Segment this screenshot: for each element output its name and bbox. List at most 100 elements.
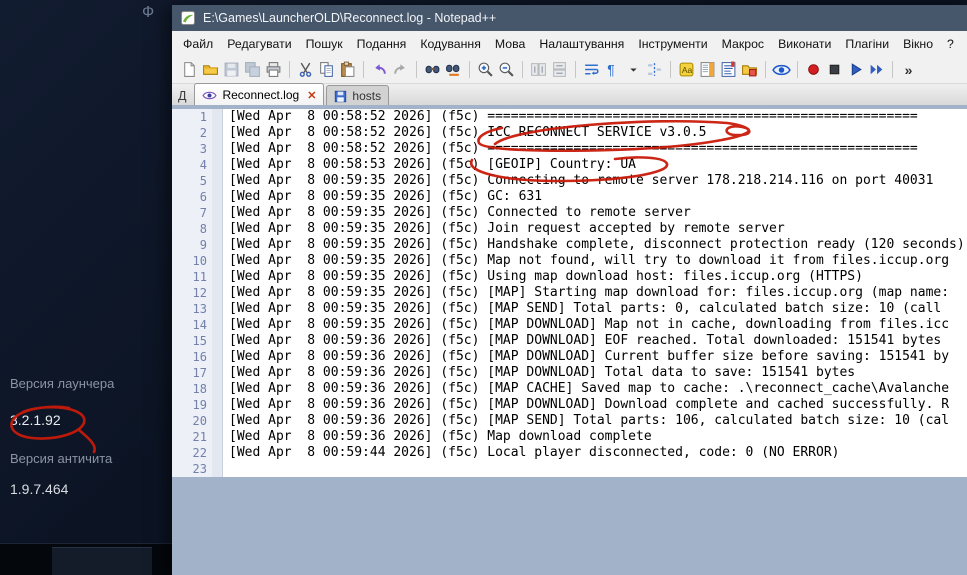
fold-margin <box>212 381 223 397</box>
menu-item-window[interactable]: Вікно <box>896 34 940 54</box>
fold-margin <box>212 317 223 333</box>
undo-icon[interactable] <box>370 60 389 79</box>
open-folder-icon[interactable] <box>201 60 220 79</box>
line-number: 10 <box>172 253 212 269</box>
macro-stop-icon[interactable] <box>825 60 844 79</box>
zoom-in-icon[interactable] <box>476 60 495 79</box>
menu-item-view[interactable]: Подання <box>350 34 414 54</box>
fold-margin <box>212 397 223 413</box>
log-line-text[interactable] <box>223 461 967 477</box>
log-line-text[interactable]: [Wed Apr 8 00:59:35 2026] (f5c) Join req… <box>223 221 967 237</box>
line-number: 18 <box>172 381 212 397</box>
log-line-text[interactable]: [Wed Apr 8 00:59:35 2026] (f5c) Connecti… <box>223 173 967 189</box>
log-line-text[interactable]: [Wed Apr 8 00:59:36 2026] (f5c) [MAP DOW… <box>223 397 967 413</box>
log-line-row: 8 [Wed Apr 8 00:59:35 2026] (f5c) Join re… <box>172 221 967 237</box>
menu-item-language[interactable]: Мова <box>488 34 532 54</box>
tab-close-button[interactable]: ✕ <box>307 89 316 102</box>
macro-play-icon[interactable] <box>846 60 865 79</box>
tab-reconnect-log[interactable]: Reconnect.log ✕ <box>194 83 325 106</box>
macro-record-icon[interactable] <box>804 60 823 79</box>
log-line-text[interactable]: [Wed Apr 8 00:59:44 2026] (f5c) Local pl… <box>223 445 967 461</box>
toolbar-separator <box>575 61 576 78</box>
launcher-logo-glyph: Ф <box>142 4 155 21</box>
log-line-text[interactable]: [Wed Apr 8 00:59:35 2026] (f5c) Map not … <box>223 253 967 269</box>
screenshot-root: Ф Версия лаунчера 3.2.1.92 Версия античи… <box>0 0 967 575</box>
menu-item-tools[interactable]: Інструменти <box>631 34 714 54</box>
log-line-text[interactable]: [Wed Apr 8 00:58:53 2026] (f5c) [GEOIP] … <box>223 157 967 173</box>
log-line-text[interactable]: [Wed Apr 8 00:59:35 2026] (f5c) Handshak… <box>223 237 967 253</box>
line-number: 11 <box>172 269 212 285</box>
monitoring-eye-icon[interactable] <box>772 60 791 79</box>
log-line-row: 20 [Wed Apr 8 00:59:36 2026] (f5c) [MAP S… <box>172 413 967 429</box>
folder-as-workspace-icon[interactable] <box>740 60 759 79</box>
copy-icon[interactable] <box>317 60 336 79</box>
line-number: 22 <box>172 445 212 461</box>
indent-guide-icon[interactable] <box>645 60 664 79</box>
sync-scroll-h-icon[interactable] <box>550 60 569 79</box>
menu-item-file[interactable]: Файл <box>176 34 220 54</box>
notepadpp-app-icon <box>180 10 196 26</box>
log-line-text[interactable]: [Wed Apr 8 00:59:36 2026] (f5c) [MAP DOW… <box>223 333 967 349</box>
menu-item-run[interactable]: Виконати <box>771 34 838 54</box>
toolbar-separator <box>797 61 798 78</box>
print-icon[interactable] <box>264 60 283 79</box>
log-line-text[interactable]: [Wed Apr 8 00:59:35 2026] (f5c) [MAP DOW… <box>223 317 967 333</box>
paste-icon[interactable] <box>338 60 357 79</box>
log-line-text[interactable]: [Wed Apr 8 00:59:36 2026] (f5c) [MAP DOW… <box>223 349 967 365</box>
redo-icon[interactable] <box>391 60 410 79</box>
log-line-text[interactable]: [Wed Apr 8 00:59:35 2026] (f5c) Using ma… <box>223 269 967 285</box>
new-file-icon[interactable] <box>180 60 199 79</box>
log-line-row: 13 [Wed Apr 8 00:59:35 2026] (f5c) [MAP S… <box>172 301 967 317</box>
save-icon[interactable] <box>222 60 241 79</box>
macro-run-multiple-icon[interactable] <box>867 60 886 79</box>
line-number: 6 <box>172 189 212 205</box>
fold-margin <box>212 237 223 253</box>
sync-scroll-v-icon[interactable] <box>529 60 548 79</box>
menu-item-search[interactable]: Пошук <box>299 34 350 54</box>
tab-bar: Д Reconnect.log ✕ hosts <box>172 83 967 107</box>
log-line-text[interactable]: [Wed Apr 8 00:59:35 2026] (f5c) [MAP] St… <box>223 285 967 301</box>
line-number: 8 <box>172 221 212 237</box>
show-all-characters-icon[interactable]: ¶ <box>603 60 622 79</box>
word-wrap-icon[interactable] <box>582 60 601 79</box>
menu-item-macro[interactable]: Макрос <box>715 34 771 54</box>
log-line-row: 15 [Wed Apr 8 00:59:36 2026] (f5c) [MAP D… <box>172 333 967 349</box>
menu-item-plugins[interactable]: Плагіни <box>838 34 896 54</box>
editor-area[interactable]: 1 [Wed Apr 8 00:58:52 2026] (f5c) =======… <box>172 105 967 575</box>
svg-text:Aa: Aa <box>682 65 693 75</box>
log-line-row: 7 [Wed Apr 8 00:59:35 2026] (f5c) Connect… <box>172 205 967 221</box>
find-icon[interactable] <box>423 60 442 79</box>
menu-item-edit[interactable]: Редагувати <box>220 34 298 54</box>
overflow-chevron-icon[interactable]: » <box>899 60 918 79</box>
tab-label: hosts <box>352 89 382 103</box>
log-line-text[interactable]: [Wed Apr 8 00:59:36 2026] (f5c) [MAP CAC… <box>223 381 967 397</box>
log-line-text[interactable]: [Wed Apr 8 00:59:36 2026] (f5c) Map down… <box>223 429 967 445</box>
titlebar[interactable]: E:\Games\LauncherOLD\Reconnect.log - Not… <box>172 5 967 31</box>
zoom-out-icon[interactable] <box>497 60 516 79</box>
log-line-text[interactable]: [Wed Apr 8 00:58:52 2026] (f5c) ========… <box>223 141 967 157</box>
line-number: 14 <box>172 317 212 333</box>
log-line-text[interactable]: [Wed Apr 8 00:59:35 2026] (f5c) Connecte… <box>223 205 967 221</box>
define-language-icon[interactable]: Aa <box>677 60 696 79</box>
fold-margin <box>212 221 223 237</box>
dropdown-arrow-icon[interactable] <box>624 60 643 79</box>
line-number: 12 <box>172 285 212 301</box>
menu-item-help[interactable]: ? <box>940 34 961 54</box>
log-line-text[interactable]: [Wed Apr 8 00:59:36 2026] (f5c) [MAP SEN… <box>223 413 967 429</box>
save-all-icon[interactable] <box>243 60 262 79</box>
log-line-text[interactable]: [Wed Apr 8 00:59:36 2026] (f5c) [MAP DOW… <box>223 365 967 381</box>
log-line-text[interactable]: [Wed Apr 8 00:58:52 2026] (f5c) ========… <box>223 109 967 125</box>
log-line-text[interactable]: [Wed Apr 8 00:59:35 2026] (f5c) GC: 631 <box>223 189 967 205</box>
replace-icon[interactable] <box>444 60 463 79</box>
menu-item-encoding[interactable]: Кодування <box>413 34 488 54</box>
tab-hosts[interactable]: hosts <box>326 85 390 106</box>
function-list-icon[interactable] <box>719 60 738 79</box>
fold-margin <box>212 253 223 269</box>
fold-margin <box>212 349 223 365</box>
log-line-text[interactable]: [Wed Apr 8 00:58:52 2026] (f5c) ICC RECO… <box>223 125 967 141</box>
cut-icon[interactable] <box>296 60 315 79</box>
anticheat-version-label: Версия античита <box>10 451 113 466</box>
menu-item-settings[interactable]: Налаштування <box>532 34 631 54</box>
doc-map-icon[interactable] <box>698 60 717 79</box>
log-line-text[interactable]: [Wed Apr 8 00:59:35 2026] (f5c) [MAP SEN… <box>223 301 967 317</box>
